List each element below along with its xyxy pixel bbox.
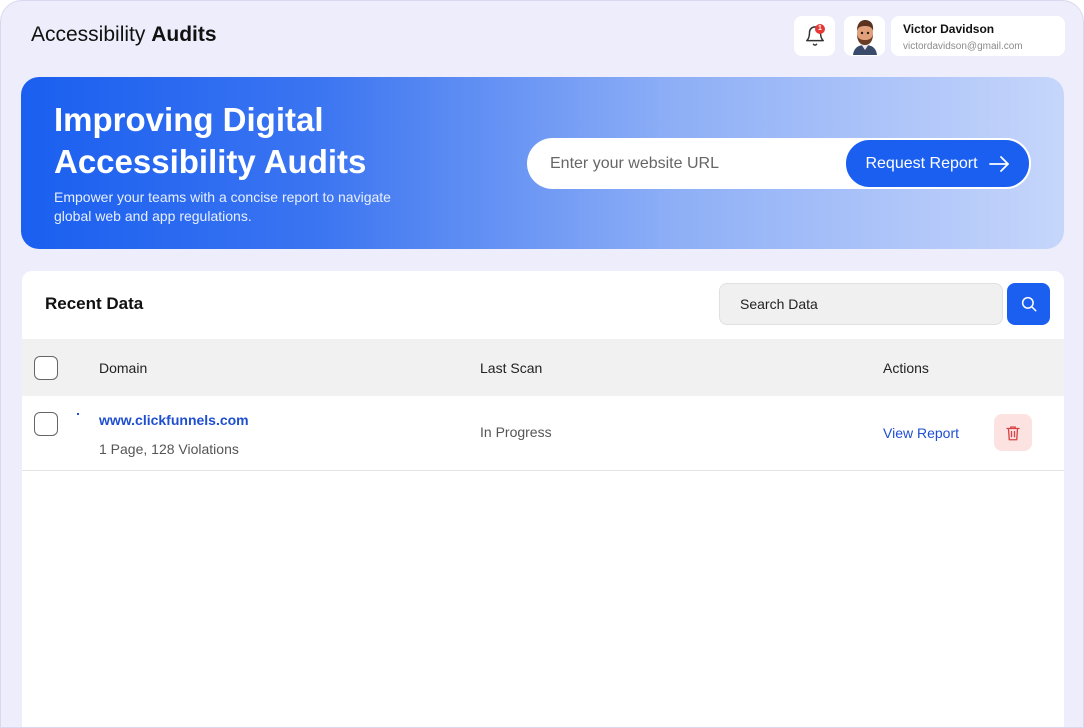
delete-button[interactable] bbox=[994, 414, 1032, 451]
page-title: Accessibility Audits bbox=[31, 23, 217, 47]
recent-data-panel: Recent Data Domain Last Scan Actions www… bbox=[22, 271, 1064, 727]
user-name: Victor Davidson bbox=[903, 22, 995, 36]
row-checkbox[interactable] bbox=[34, 412, 58, 436]
arrow-right-icon bbox=[988, 155, 1009, 172]
view-report-link[interactable]: View Report bbox=[883, 425, 959, 441]
domain-link[interactable]: www.clickfunnels.com bbox=[99, 412, 249, 428]
page-title-bold: Audits bbox=[151, 23, 217, 46]
avatar[interactable] bbox=[844, 16, 885, 56]
row-indicator-dot bbox=[77, 413, 79, 415]
table-row: www.clickfunnels.com 1 Page, 128 Violati… bbox=[22, 396, 1064, 471]
notifications-button[interactable]: 1 bbox=[794, 16, 835, 56]
request-report-label: Request Report bbox=[865, 154, 978, 172]
url-form: Request Report bbox=[527, 138, 1031, 189]
website-url-input[interactable] bbox=[527, 138, 847, 189]
hero-subtitle: Empower your teams with a concise report… bbox=[54, 189, 391, 224]
table-header: Domain Last Scan Actions bbox=[22, 339, 1064, 396]
hero-title: Improving Digital Accessibility Audits bbox=[54, 101, 367, 180]
domain-meta: 1 Page, 128 Violations bbox=[99, 441, 239, 457]
user-email: victordavidson@gmail.com bbox=[903, 41, 1023, 52]
trash-icon bbox=[1006, 425, 1020, 440]
column-header-last-scan: Last Scan bbox=[480, 360, 543, 376]
hero-banner: Improving Digital Accessibility Audits E… bbox=[21, 77, 1064, 249]
request-report-button[interactable]: Request Report bbox=[844, 138, 1031, 189]
scan-status: In Progress bbox=[480, 424, 552, 440]
search-button[interactable] bbox=[1007, 283, 1050, 325]
user-profile[interactable]: Victor Davidson victordavidson@gmail.com bbox=[891, 16, 1065, 56]
page-title-regular: Accessibility bbox=[31, 23, 146, 46]
notification-badge: 1 bbox=[815, 24, 825, 34]
column-header-domain: Domain bbox=[99, 360, 148, 376]
avatar-image bbox=[846, 17, 883, 55]
panel-title: Recent Data bbox=[45, 294, 144, 313]
app-window: Accessibility Audits 1 Victor Davidson v… bbox=[0, 0, 1084, 728]
search-input[interactable] bbox=[719, 283, 1003, 325]
select-all-checkbox[interactable] bbox=[34, 356, 58, 380]
column-header-actions: Actions bbox=[883, 360, 929, 376]
search-icon bbox=[1021, 296, 1036, 312]
